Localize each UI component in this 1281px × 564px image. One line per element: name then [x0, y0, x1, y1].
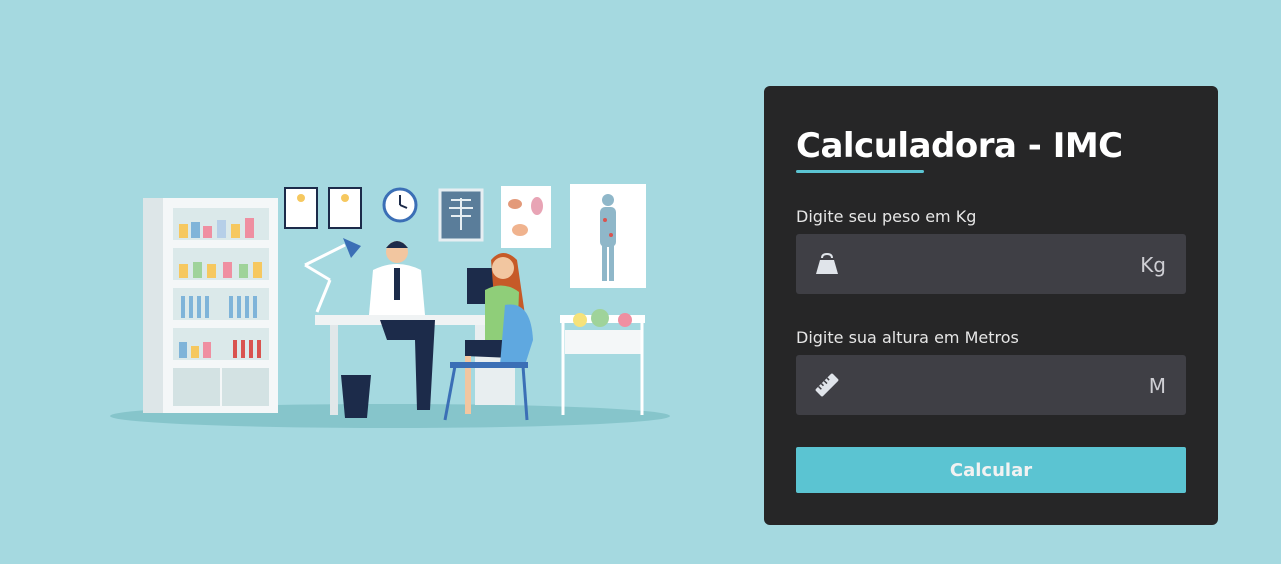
height-label: Digite sua altura em Metros [796, 328, 1019, 347]
weight-label: Digite seu peso em Kg [796, 207, 977, 226]
height-input[interactable] [848, 355, 1122, 417]
weight-unit: Kg [1140, 253, 1166, 277]
title-underline [796, 170, 924, 173]
weight-icon [814, 251, 840, 277]
doctor-consultation-illustration [105, 180, 680, 440]
weight-field-container: Kg [796, 234, 1186, 296]
bmi-calculator-card: Calculadora - IMC Digite seu peso em Kg … [764, 86, 1218, 525]
weight-input[interactable] [848, 234, 1122, 296]
page-title: Calculadora - IMC [796, 126, 1123, 166]
ruler-icon [814, 372, 840, 398]
height-unit: M [1148, 374, 1166, 398]
calculate-button[interactable]: Calcular [796, 447, 1186, 493]
height-field-container: M [796, 355, 1186, 417]
